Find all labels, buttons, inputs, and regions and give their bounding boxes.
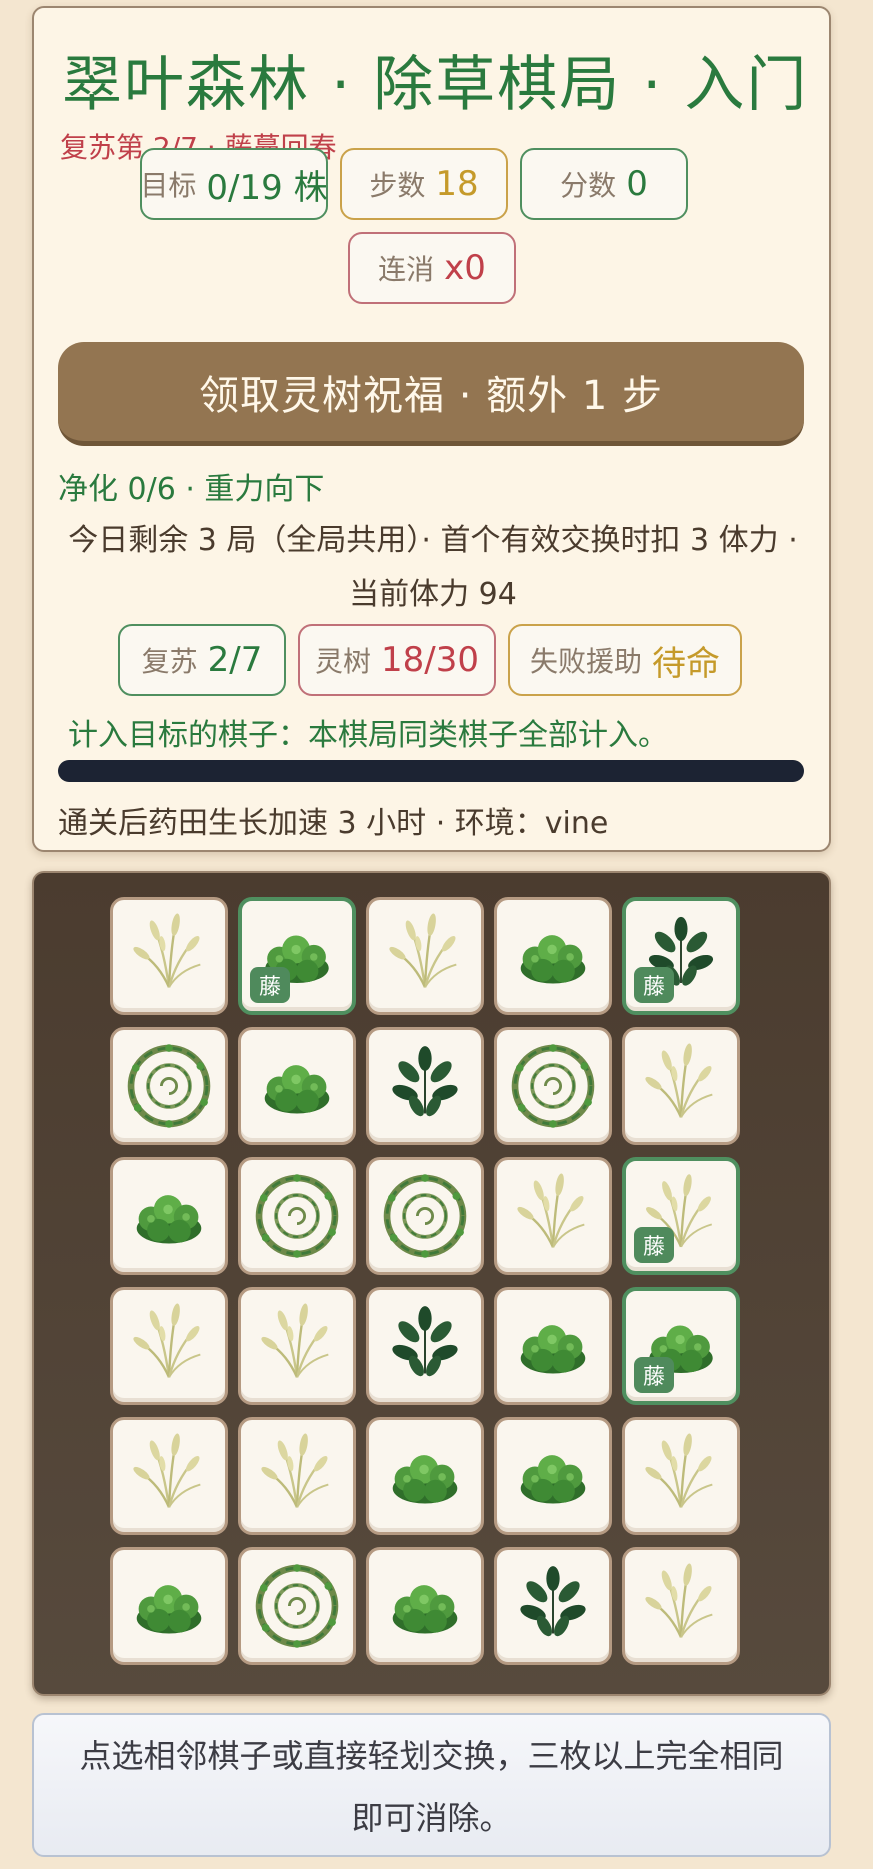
tile-wreath[interactable] bbox=[110, 1027, 228, 1145]
grass-icon bbox=[642, 1561, 715, 1639]
combo-label: 连消 bbox=[378, 253, 435, 286]
target-value: 0/19 株 bbox=[206, 167, 328, 208]
tile-wreath[interactable] bbox=[238, 1157, 356, 1275]
fail-assist-chip: 失败援助 待命 bbox=[508, 624, 742, 696]
tile-clover[interactable]: 藤 bbox=[238, 897, 356, 1015]
steps-value: 18 bbox=[435, 164, 479, 204]
vine-badge: 藤 bbox=[634, 967, 674, 1003]
steps-label: 步数 bbox=[369, 169, 426, 202]
tile-grass[interactable] bbox=[110, 1287, 228, 1405]
tile-wreath[interactable] bbox=[366, 1157, 484, 1275]
fail-assist-label: 失败援助 bbox=[529, 645, 642, 678]
tile-leaf[interactable] bbox=[494, 1547, 612, 1665]
clover-icon bbox=[264, 1065, 330, 1114]
vine-badge: 藤 bbox=[250, 967, 290, 1003]
tile-clover[interactable] bbox=[110, 1157, 228, 1275]
tile-grass[interactable]: 藤 bbox=[622, 1157, 740, 1275]
progress-bar bbox=[58, 760, 804, 782]
wreath-icon bbox=[241, 1550, 353, 1662]
tile-clover[interactable] bbox=[110, 1547, 228, 1665]
revive-label: 复苏 bbox=[141, 645, 198, 678]
tile-clover[interactable] bbox=[494, 1287, 612, 1405]
leaf-icon bbox=[389, 1045, 461, 1120]
wreath-icon bbox=[369, 1160, 481, 1272]
clover-icon bbox=[392, 1585, 458, 1634]
tile-grass[interactable] bbox=[622, 1417, 740, 1535]
score-label: 分数 bbox=[560, 169, 617, 202]
leaf-icon bbox=[517, 1565, 589, 1640]
steps-chip: 步数 18 bbox=[340, 148, 508, 220]
score-chip: 分数 0 bbox=[520, 148, 688, 220]
grass-icon bbox=[642, 1431, 715, 1509]
purify-status: 净化 0/6 · 重力向下 bbox=[58, 472, 325, 507]
wreath-icon bbox=[497, 1030, 609, 1142]
combo-chip: 连消 x0 bbox=[348, 232, 516, 304]
tile-clover[interactable] bbox=[494, 897, 612, 1015]
fail-assist-value: 待命 bbox=[652, 643, 720, 684]
tile-grass[interactable] bbox=[110, 897, 228, 1015]
page-title: 翠叶森林 · 除草棋局 · 入门 bbox=[62, 50, 809, 120]
tile-grid: 藤藤藤藤 bbox=[110, 897, 740, 1665]
target-label: 目标 bbox=[140, 169, 197, 202]
wreath-icon bbox=[113, 1030, 225, 1142]
tile-grass[interactable] bbox=[110, 1417, 228, 1535]
tile-leaf[interactable] bbox=[366, 1287, 484, 1405]
clover-icon bbox=[520, 1455, 586, 1504]
grass-icon bbox=[386, 911, 459, 989]
tile-grass[interactable] bbox=[238, 1417, 356, 1535]
tile-clover[interactable] bbox=[366, 1417, 484, 1535]
game-board: 藤藤藤藤 bbox=[32, 871, 831, 1696]
tile-clover[interactable] bbox=[366, 1547, 484, 1665]
tile-clover[interactable]: 藤 bbox=[622, 1287, 740, 1405]
spirit-tree-chip: 灵树 18/30 bbox=[298, 624, 496, 696]
claim-blessing-button[interactable]: 领取灵树祝福 · 额外 1 步 bbox=[58, 342, 804, 446]
wreath-icon bbox=[241, 1160, 353, 1272]
clover-icon bbox=[392, 1455, 458, 1504]
tile-grass[interactable] bbox=[494, 1157, 612, 1275]
grass-icon bbox=[130, 1301, 203, 1379]
tile-grass[interactable] bbox=[366, 897, 484, 1015]
grass-icon bbox=[514, 1171, 587, 1249]
grass-icon bbox=[130, 1431, 203, 1509]
revive-value: 2/7 bbox=[207, 640, 263, 680]
tile-clover[interactable] bbox=[494, 1417, 612, 1535]
clover-icon bbox=[136, 1195, 202, 1244]
grass-icon bbox=[258, 1431, 331, 1509]
tile-grass[interactable] bbox=[238, 1287, 356, 1405]
tile-wreath[interactable] bbox=[238, 1547, 356, 1665]
clover-icon bbox=[520, 1325, 586, 1374]
grass-icon bbox=[258, 1301, 331, 1379]
tile-leaf[interactable]: 藤 bbox=[622, 897, 740, 1015]
spirit-tree-label: 灵树 bbox=[315, 645, 372, 678]
leaf-icon bbox=[389, 1305, 461, 1380]
instruction-hint: 点选相邻棋子或直接轻划交换，三枚以上完全相同即可消除。 bbox=[32, 1713, 831, 1857]
info-panel: 翠叶森林 · 除草棋局 · 入门 复苏第 2/7 · 藤蔓回春 目标 0/19 … bbox=[32, 6, 831, 852]
combo-value: x0 bbox=[444, 248, 486, 288]
vine-badge: 藤 bbox=[634, 1357, 674, 1393]
score-value: 0 bbox=[626, 164, 648, 204]
tile-grass[interactable] bbox=[622, 1547, 740, 1665]
grass-icon bbox=[642, 1041, 715, 1119]
tile-wreath[interactable] bbox=[494, 1027, 612, 1145]
target-count-hint: 计入目标的棋子：本棋局同类棋子全部计入。 bbox=[68, 718, 668, 753]
target-chip: 目标 0/19 株 bbox=[140, 148, 328, 220]
clover-icon bbox=[136, 1585, 202, 1634]
revive-chip: 复苏 2/7 bbox=[118, 624, 286, 696]
stamina-notice: 今日剩余 3 局（全局共用）· 首个有效交换时扣 3 体力 · 当前体力 94 bbox=[68, 523, 798, 612]
tile-grass[interactable] bbox=[622, 1027, 740, 1145]
clover-icon bbox=[520, 935, 586, 984]
spirit-tree-value: 18/30 bbox=[381, 640, 479, 680]
grass-icon bbox=[130, 911, 203, 989]
tile-clover[interactable] bbox=[238, 1027, 356, 1145]
vine-badge: 藤 bbox=[634, 1227, 674, 1263]
reward-text: 通关后药田生长加速 3 小时 · 环境：vine bbox=[58, 806, 609, 841]
tile-leaf[interactable] bbox=[366, 1027, 484, 1145]
